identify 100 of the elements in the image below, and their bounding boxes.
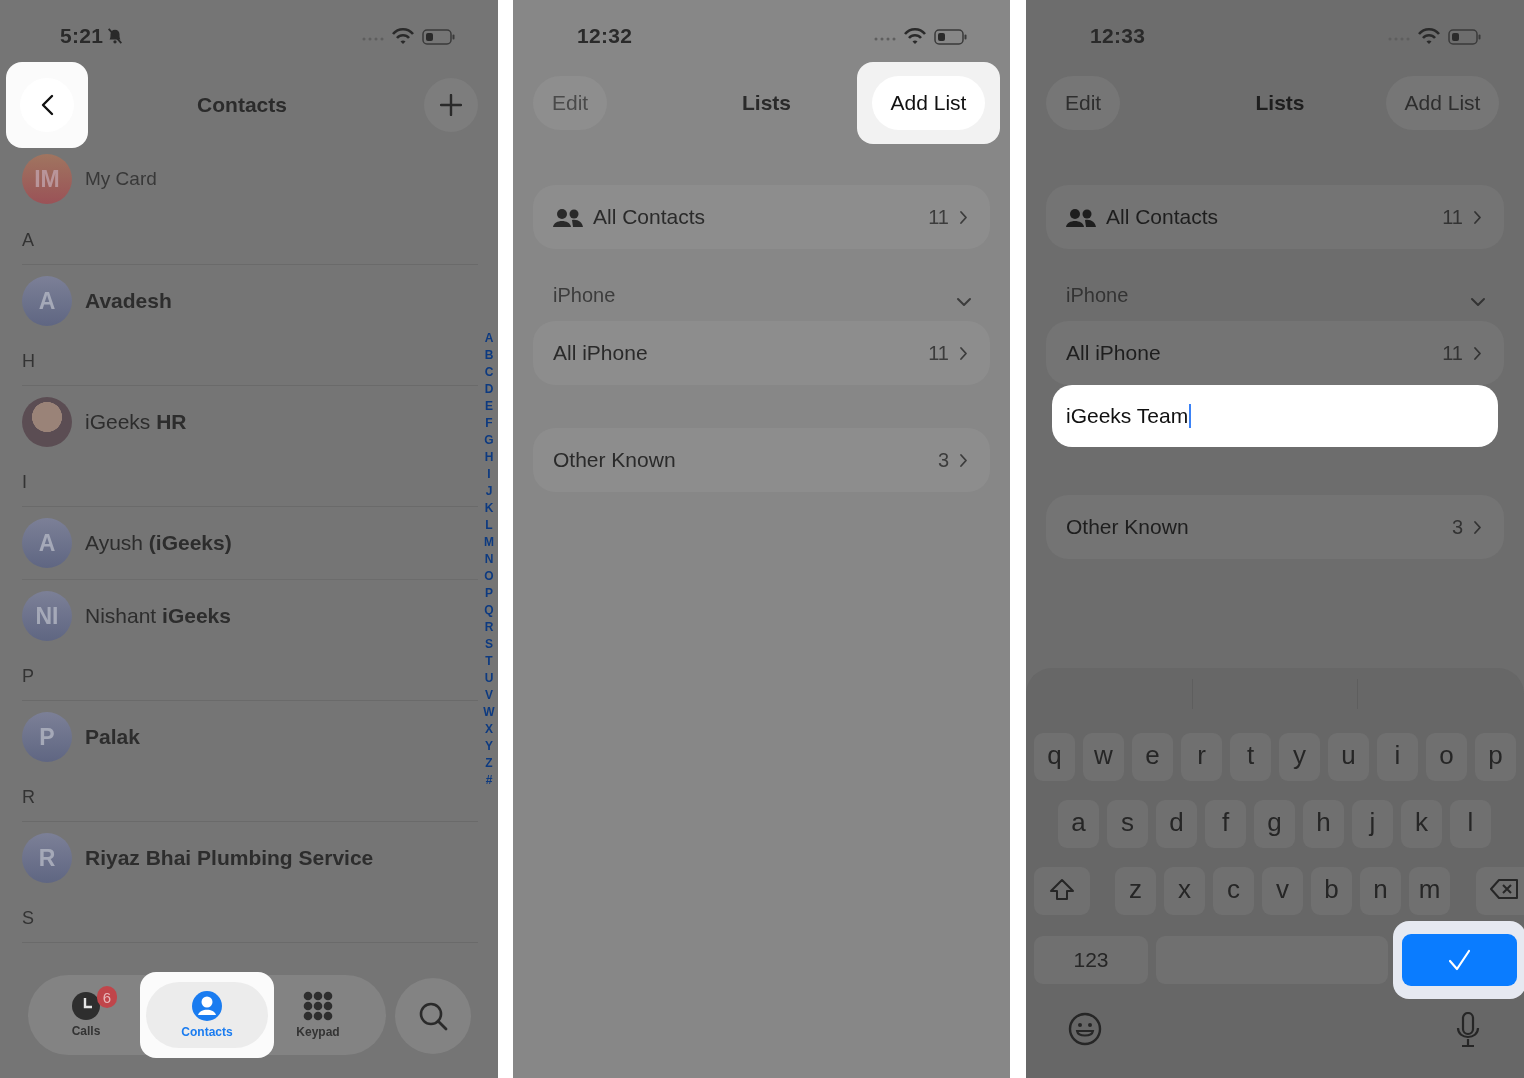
key[interactable]: h (1303, 800, 1344, 848)
index-letter[interactable]: N (484, 551, 494, 568)
index-letter[interactable]: # (485, 772, 493, 789)
index-letter[interactable]: R (484, 619, 494, 636)
badge: 6 (97, 986, 117, 1008)
my-card-label[interactable]: My Card (85, 168, 157, 190)
avatar (22, 397, 72, 447)
key[interactable]: e (1132, 733, 1173, 781)
chevron-down-icon[interactable] (1470, 297, 1486, 307)
key[interactable]: t (1230, 733, 1271, 781)
key[interactable]: x (1164, 867, 1205, 915)
index-letter[interactable]: L (485, 517, 493, 534)
key[interactable]: k (1401, 800, 1442, 848)
key[interactable]: i (1377, 733, 1418, 781)
key[interactable]: m (1409, 867, 1450, 915)
shift-key[interactable] (1034, 867, 1090, 915)
key[interactable]: l (1450, 800, 1491, 848)
key[interactable]: w (1083, 733, 1124, 781)
key[interactable]: j (1352, 800, 1393, 848)
contact-name[interactable]: Ayush (iGeeks) (85, 531, 232, 555)
chevron-right-icon (959, 345, 968, 361)
index-letter[interactable]: Z (485, 755, 493, 772)
index-letter[interactable]: H (484, 449, 494, 466)
index-letter[interactable]: M (484, 534, 494, 551)
key[interactable]: y (1279, 733, 1320, 781)
battery-icon (934, 28, 968, 45)
list-row[interactable]: All iPhone 11 (533, 321, 990, 385)
list-count: 3 (937, 448, 949, 472)
avatar: NI (22, 591, 72, 641)
index-letter[interactable]: K (484, 500, 494, 517)
keypad-icon (303, 991, 333, 1021)
key[interactable]: o (1426, 733, 1467, 781)
index-letter[interactable]: O (484, 568, 494, 585)
index-letter[interactable]: W (483, 704, 495, 721)
list-row[interactable]: All iPhone 11 (1046, 321, 1504, 385)
chevron-down-icon[interactable] (956, 297, 972, 307)
key[interactable]: s (1107, 800, 1148, 848)
index-letter[interactable]: F (485, 415, 493, 432)
contact-name[interactable]: Avadesh (85, 289, 172, 313)
add-list-button[interactable]: Add List (871, 76, 986, 130)
list-count: 11 (1442, 341, 1463, 365)
group-icon (1066, 207, 1096, 227)
avatar: P (22, 712, 72, 762)
list-row[interactable]: Other Known 3 (533, 428, 990, 492)
index-letter[interactable]: B (484, 347, 494, 364)
contact-name[interactable]: Palak (85, 725, 140, 749)
index-letter[interactable]: A (484, 330, 494, 347)
search-icon (418, 1001, 448, 1031)
group-header[interactable]: iPhone (1066, 284, 1129, 307)
index-letter[interactable]: V (485, 687, 493, 704)
key[interactable]: z (1115, 867, 1156, 915)
index-letter[interactable]: D (484, 381, 494, 398)
tab[interactable]: Keypad (277, 982, 359, 1048)
battery-icon (1448, 28, 1482, 45)
key[interactable]: d (1156, 800, 1197, 848)
key[interactable]: a (1058, 800, 1099, 848)
index-letter[interactable]: E (485, 398, 493, 415)
key[interactable]: n (1360, 867, 1401, 915)
key[interactable]: p (1475, 733, 1516, 781)
numbers-key[interactable]: 123 (1034, 936, 1148, 984)
key[interactable]: v (1262, 867, 1303, 915)
chevron-right-icon (1473, 209, 1482, 225)
add-list-button[interactable]: Add List (1385, 76, 1500, 130)
index-letter[interactable]: J (485, 483, 493, 500)
key[interactable]: f (1205, 800, 1246, 848)
key[interactable]: g (1254, 800, 1295, 848)
key[interactable]: c (1213, 867, 1254, 915)
list-label: All iPhone (1066, 341, 1162, 365)
microphone-icon[interactable] (1456, 1012, 1480, 1048)
list-count: 11 (928, 205, 949, 229)
delete-key[interactable] (1476, 867, 1524, 915)
list-row[interactable]: Other Known 3 (1046, 495, 1504, 559)
key[interactable]: b (1311, 867, 1352, 915)
index-letter[interactable]: C (484, 364, 494, 381)
index-letter[interactable]: X (485, 721, 493, 738)
index-letter[interactable]: Y (485, 738, 493, 755)
emoji-icon[interactable] (1068, 1012, 1102, 1046)
edit-button[interactable]: Edit (1046, 76, 1121, 130)
key[interactable]: q (1034, 733, 1075, 781)
tab[interactable]: Calls 6 (35, 982, 137, 1048)
done-key[interactable] (1402, 934, 1517, 986)
group-header[interactable]: iPhone (553, 284, 616, 307)
contact-name[interactable]: Nishant iGeeks (85, 604, 231, 628)
list-name-field[interactable]: iGeeks Team (1052, 385, 1498, 447)
index-letter[interactable]: U (484, 670, 494, 687)
index-letter[interactable]: T (485, 653, 493, 670)
edit-button[interactable]: Edit (533, 76, 608, 130)
index-letter[interactable]: S (485, 636, 493, 653)
tab[interactable]: Contacts (146, 982, 268, 1048)
contact-name[interactable]: Riyaz Bhai Plumbing Service (85, 846, 374, 870)
index-letter[interactable]: P (485, 585, 493, 602)
index-letter[interactable]: Q (484, 602, 494, 619)
list-row[interactable]: All Contacts 11 (1046, 185, 1504, 249)
index-letter[interactable]: I (487, 466, 491, 483)
chevron-right-icon (959, 452, 968, 468)
list-row[interactable]: All Contacts 11 (533, 185, 990, 249)
index-letter[interactable]: G (484, 432, 494, 449)
contact-name[interactable]: iGeeks HR (85, 410, 187, 434)
key[interactable]: r (1181, 733, 1222, 781)
key[interactable]: u (1328, 733, 1369, 781)
